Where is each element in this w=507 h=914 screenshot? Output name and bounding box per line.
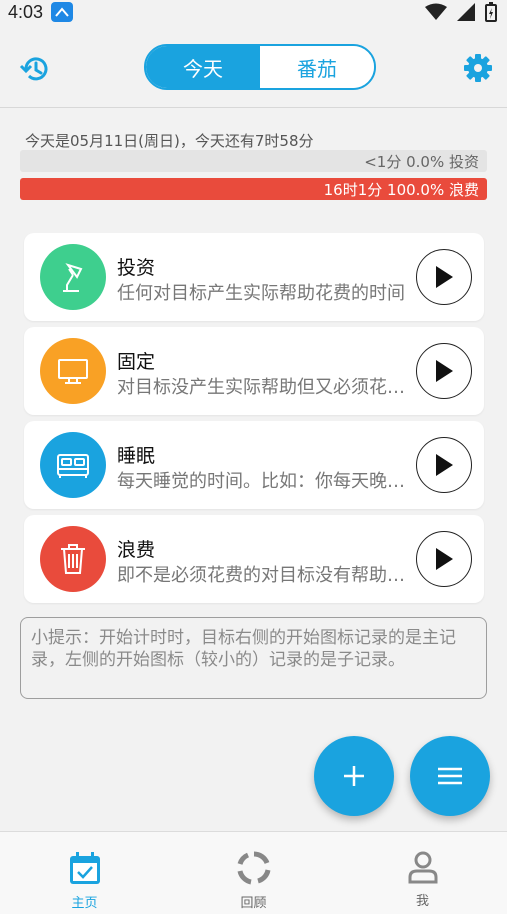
start-timer-button[interactable] (416, 437, 472, 493)
menu-button[interactable] (410, 736, 490, 816)
settings-button[interactable] (461, 51, 495, 85)
user-icon (408, 851, 437, 884)
play-icon (436, 548, 453, 570)
tip-box: 小提示：开始计时时，目标右侧的开始图标记录的是主记录，左侧的开始图标（较小的）记… (20, 617, 487, 699)
menu-icon (438, 767, 462, 785)
status-time: 4:03 (8, 1, 44, 22)
add-record-button[interactable] (314, 736, 394, 816)
start-timer-button[interactable] (416, 531, 472, 587)
monitor-icon (40, 338, 106, 404)
nav-label: 主页 (71, 896, 98, 911)
history-button[interactable] (18, 52, 52, 86)
day-summary: 今天是05月11日(周日)，今天还有7时58分 (25, 132, 314, 150)
category-title: 浪费 (117, 539, 156, 561)
gear-icon (464, 54, 492, 82)
bed-icon (40, 432, 106, 498)
category-description: 每天睡觉的时间。比如：你每天晚上睡觉 (117, 471, 407, 492)
play-icon (436, 454, 453, 476)
play-icon (436, 266, 453, 288)
app-notification-icon (51, 2, 74, 22)
category-card-sleep[interactable]: 睡眠 每天睡觉的时间。比如：你每天晚上睡觉 (24, 421, 484, 509)
category-title: 睡眠 (117, 445, 156, 467)
category-card-invest[interactable]: 投资 任何对目标产生实际帮助花费的时间 (24, 233, 484, 321)
category-title: 投资 (117, 257, 156, 279)
nav-me[interactable]: 我 (338, 832, 507, 914)
tab-today[interactable]: 今天 (146, 46, 260, 88)
status-bar: 4:03 (0, 0, 507, 24)
ring-chart-icon (237, 851, 270, 885)
start-timer-button[interactable] (416, 343, 472, 399)
bottom-nav: 主页 回顾 我 (0, 831, 507, 914)
category-description: 对目标没产生实际帮助但又必须花费的时间 (117, 377, 407, 398)
desk-lamp-icon (40, 244, 106, 310)
trash-icon (40, 526, 106, 592)
tab-pomodoro[interactable]: 番茄 (260, 46, 374, 88)
nav-label: 我 (415, 894, 429, 909)
category-description: 任何对目标产生实际帮助花费的时间 (117, 283, 405, 304)
view-toggle: 今天 番茄 (144, 44, 376, 90)
header-divider (0, 107, 507, 108)
category-card-fixed[interactable]: 固定 对目标没产生实际帮助但又必须花费的时间 (24, 327, 484, 415)
top-bar: 今天 番茄 (0, 24, 507, 108)
category-title: 固定 (117, 351, 156, 373)
status-indicators (425, 2, 497, 26)
nav-review[interactable]: 回顾 (169, 832, 338, 914)
wifi-icon (425, 3, 447, 25)
calendar-check-icon (69, 852, 100, 884)
waste-progress-bar: 16时1分 100.0% 浪费 (20, 178, 487, 200)
start-timer-button[interactable] (416, 249, 472, 305)
play-icon (436, 360, 453, 382)
category-description: 即不是必须花费的对目标没有帮助的时间 (117, 565, 407, 586)
signal-icon (457, 3, 475, 25)
plus-icon (344, 766, 364, 786)
category-card-waste[interactable]: 浪费 即不是必须花费的对目标没有帮助的时间 (24, 515, 484, 603)
history-icon (19, 57, 48, 81)
nav-label: 回顾 (240, 896, 267, 911)
nav-home[interactable]: 主页 (0, 832, 169, 914)
battery-icon (485, 2, 497, 26)
invest-progress-bar: <1分 0.0% 投资 (20, 150, 487, 172)
